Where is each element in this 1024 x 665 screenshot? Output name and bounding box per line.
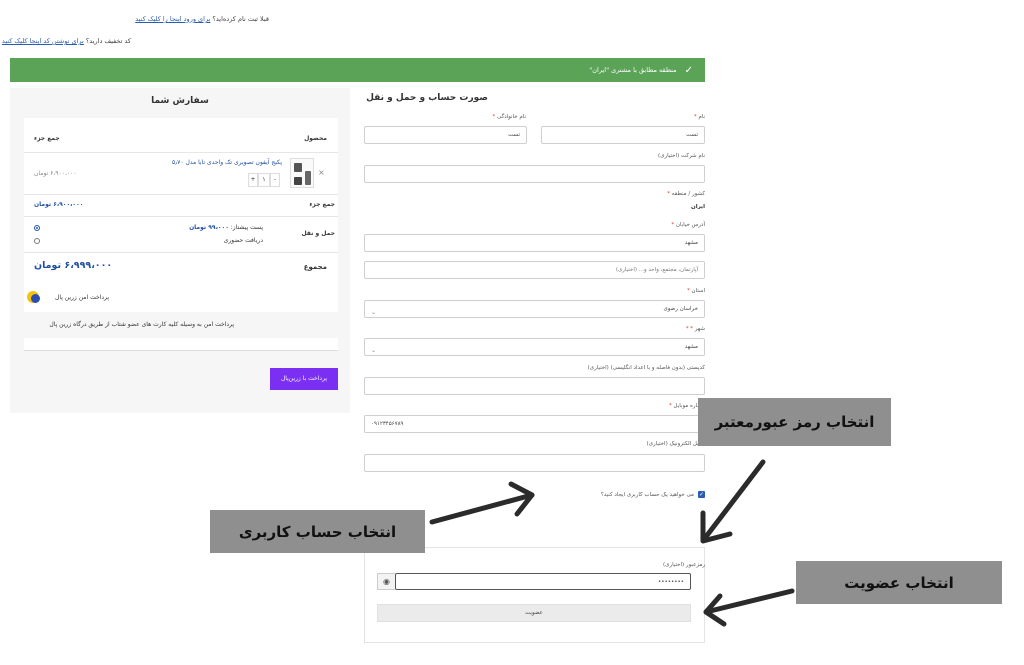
annotation-password: انتخاب رمز عبورمعتبر (698, 398, 891, 446)
arrow-to-password (702, 459, 766, 541)
arrow-to-checkbox (429, 492, 535, 525)
annotation-account: انتخاب حساب کاربری (210, 510, 425, 553)
annotation-register: انتخاب عضویت (796, 561, 1002, 604)
